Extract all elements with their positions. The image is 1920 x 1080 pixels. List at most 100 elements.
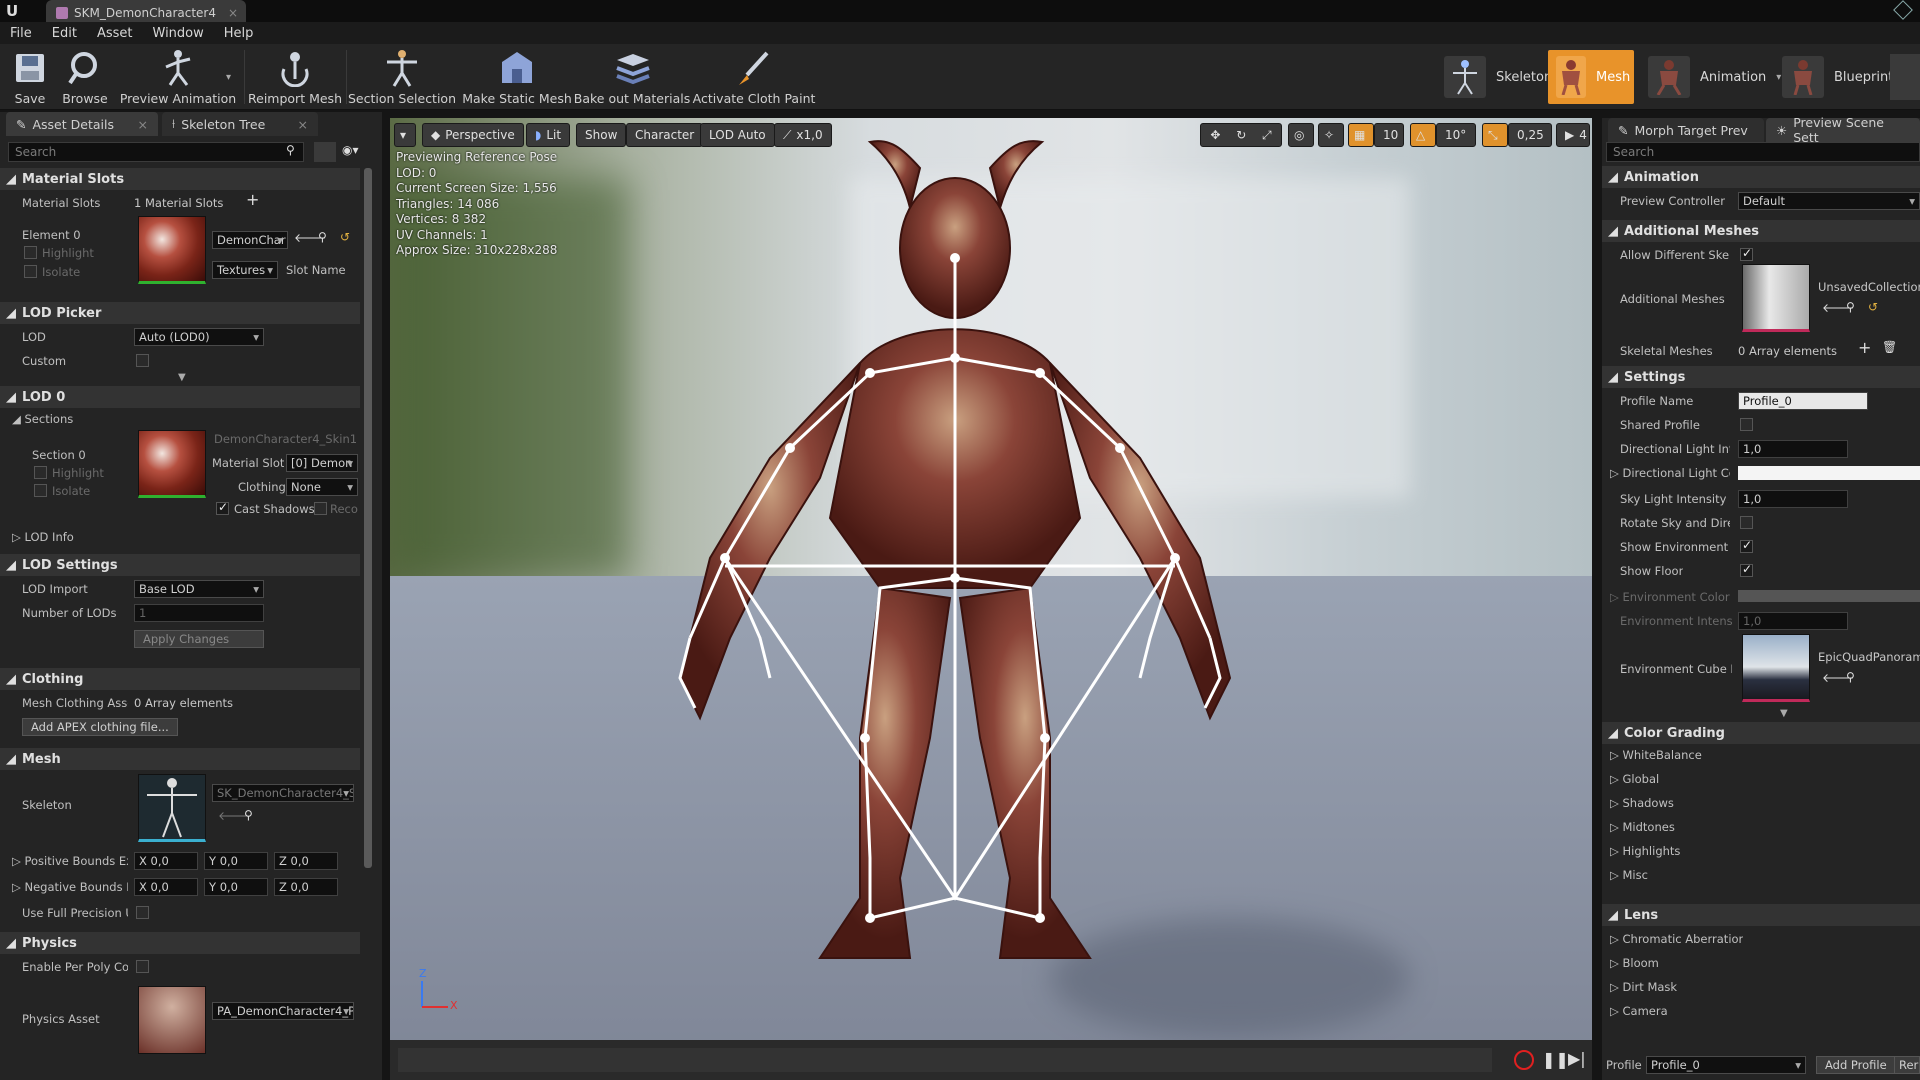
reimport-mesh-button[interactable]: Reimport Mesh — [248, 44, 342, 110]
details-search-input[interactable]: Search — [8, 142, 304, 162]
section-additional-meshes[interactable]: ◢ Additional Meshes — [1602, 220, 1920, 242]
visibility-eye-icon[interactable]: ◉▾ — [342, 143, 359, 157]
positive-bounds-x-input[interactable]: X 0,0 — [134, 852, 198, 870]
tab-preview-scene-settings[interactable]: ☀ Preview Scene Sett — [1766, 115, 1920, 145]
menu-file[interactable]: File — [10, 26, 32, 41]
translate-icon[interactable]: ✥ — [1210, 128, 1220, 142]
rotate-sky-checkbox[interactable] — [1740, 516, 1753, 529]
section-highlight-checkbox[interactable] — [34, 466, 47, 479]
save-button[interactable]: Save — [8, 44, 52, 110]
world-local-icon[interactable]: ◎ — [1288, 123, 1314, 147]
environment-color-label[interactable]: ▷ Environment Color — [1610, 590, 1730, 604]
browse-collection-icon[interactable]: ⚲ — [1846, 300, 1855, 314]
browse-material-icon[interactable]: ⚲ — [318, 230, 327, 244]
tab-skeleton-tree[interactable]: ⟊ Skeleton Tree × — [162, 112, 318, 136]
make-static-mesh-button[interactable]: Make Static Mesh — [462, 44, 572, 110]
menu-window[interactable]: Window — [153, 26, 204, 41]
white-balance-item[interactable]: ▷ WhiteBalance — [1610, 748, 1702, 762]
highlights-item[interactable]: ▷ Highlights — [1610, 844, 1680, 858]
scale-snap-value[interactable]: 0,25 — [1508, 123, 1552, 147]
midtones-item[interactable]: ▷ Midtones — [1610, 820, 1675, 834]
mode-overflow-icon[interactable] — [1890, 54, 1920, 100]
negative-bounds-x-input[interactable]: X 0,0 — [134, 878, 198, 896]
settings-expand-arrow-icon[interactable]: ▼ — [1780, 708, 1788, 719]
profile-name-input[interactable]: Profile_0 — [1738, 392, 1868, 410]
bake-out-materials-button[interactable]: Bake out Materials — [574, 44, 690, 110]
clothing-dropdown[interactable]: None — [286, 478, 358, 496]
textures-dropdown[interactable]: Textures — [212, 261, 278, 279]
shadows-item[interactable]: ▷ Shadows — [1610, 796, 1674, 810]
grid-size-value[interactable]: 10 — [1374, 123, 1404, 147]
delete-elements-icon[interactable]: 🗑 — [1882, 340, 1897, 354]
section-animation[interactable]: ◢ Animation — [1602, 166, 1920, 188]
custom-checkbox[interactable] — [136, 354, 149, 367]
lit-button[interactable]: ◗ Lit — [526, 123, 571, 147]
section-settings[interactable]: ◢ Settings — [1602, 366, 1920, 388]
add-apex-clothing-button[interactable]: Add APEX clothing file... — [22, 718, 178, 736]
section-clothing[interactable]: ◢ Clothing — [0, 668, 360, 690]
chromatic-aberration-item[interactable]: ▷ Chromatic Aberratior — [1610, 932, 1743, 946]
apply-changes-button[interactable]: Apply Changes — [134, 630, 264, 648]
pause-icon[interactable]: ❚❚ — [1542, 1050, 1569, 1069]
environment-color-swatch[interactable] — [1738, 590, 1920, 602]
rotation-snap-icon[interactable]: △ — [1410, 123, 1436, 147]
show-environment-checkbox[interactable] — [1740, 538, 1753, 553]
directional-light-color-label[interactable]: ▷ Directional Light Colo — [1610, 466, 1730, 480]
close-tab-icon[interactable]: × — [138, 117, 148, 132]
add-element-icon[interactable]: + — [1858, 338, 1871, 357]
add-material-slot-icon[interactable]: + — [246, 190, 259, 209]
section-mesh[interactable]: ◢ Mesh — [0, 748, 360, 770]
mode-skeleton-button[interactable]: Skeleton — [1436, 50, 1560, 104]
mode-blueprint-button[interactable]: Blueprint — [1774, 50, 1901, 104]
menu-edit[interactable]: Edit — [52, 26, 77, 41]
global-item[interactable]: ▷ Global — [1610, 772, 1659, 786]
allow-different-skeletons-checkbox[interactable] — [1740, 246, 1753, 261]
negative-bounds-y-input[interactable]: Y 0,0 — [204, 878, 268, 896]
document-tab[interactable]: SKM_DemonCharacter4 × — [46, 0, 246, 22]
rotation-snap-value[interactable]: 10° — [1436, 123, 1476, 147]
menu-asset[interactable]: Asset — [97, 26, 133, 41]
mode-animation-button[interactable]: Animation ▾ — [1640, 50, 1789, 104]
playback-speed-button[interactable]: ⟋ x1,0 — [774, 123, 832, 147]
full-precision-uvs-checkbox[interactable] — [136, 906, 149, 919]
physics-asset-thumbnail[interactable] — [138, 986, 206, 1054]
rotate-icon[interactable]: ↻ — [1236, 128, 1246, 142]
timeline-track[interactable] — [398, 1048, 1492, 1072]
environment-intensity-input[interactable]: 1,0 — [1738, 612, 1848, 630]
transform-tools[interactable]: ✥ ↻ ⤢ — [1200, 123, 1282, 147]
viewport[interactable]: ▾ ◆ Perspective ◗ Lit Show Character LOD A… — [390, 118, 1592, 1080]
add-profile-button[interactable]: Add Profile — [1816, 1056, 1896, 1074]
browse-skeleton-icon[interactable]: ⚲ — [244, 808, 253, 822]
material-dropdown[interactable]: DemonChar — [212, 231, 288, 249]
character-mesh[interactable] — [390, 118, 1592, 1080]
cube-map-thumbnail[interactable] — [1742, 634, 1810, 702]
skeleton-thumbnail[interactable] — [138, 774, 206, 842]
scene-search-input[interactable]: Search — [1606, 142, 1920, 162]
perspective-button[interactable]: ◆ Perspective — [422, 123, 524, 147]
left-scrollbar[interactable] — [364, 168, 372, 868]
preview-controller-dropdown[interactable]: Default — [1738, 192, 1920, 210]
per-poly-collision-checkbox[interactable] — [136, 960, 149, 973]
scale-icon[interactable]: ⤢ — [1262, 128, 1272, 143]
tab-morph-target-preview[interactable]: ✎ Morph Target Prev — [1608, 118, 1764, 142]
number-of-lods-input[interactable]: 1 — [134, 604, 264, 622]
section-material-thumbnail[interactable] — [138, 430, 206, 498]
section-lod-picker[interactable]: ◢ LOD Picker — [0, 302, 360, 324]
activate-cloth-paint-button[interactable]: Activate Cloth Paint — [692, 44, 816, 110]
tab-asset-details[interactable]: ✎ Asset Details × — [6, 112, 158, 136]
positive-bounds-z-input[interactable]: Z 0,0 — [274, 852, 338, 870]
preview-animation-dropdown-icon[interactable]: ▾ — [226, 72, 231, 83]
notification-icon[interactable] — [1893, 0, 1913, 20]
grid-snap-icon[interactable]: ▦ — [1348, 123, 1374, 147]
directional-light-color-swatch[interactable] — [1738, 466, 1920, 480]
reset-material-icon[interactable]: ↺ — [340, 230, 350, 244]
camera-speed-control[interactable]: ▶ 4 — [1556, 123, 1590, 147]
menu-help[interactable]: Help — [224, 26, 254, 41]
record-icon[interactable] — [1514, 1050, 1534, 1070]
lod-import-dropdown[interactable]: Base LOD — [134, 580, 264, 598]
dirt-mask-item[interactable]: ▷ Dirt Mask — [1610, 980, 1677, 994]
show-button[interactable]: Show — [576, 123, 627, 147]
show-floor-checkbox[interactable] — [1740, 562, 1753, 577]
highlight-checkbox[interactable] — [24, 246, 37, 259]
negative-bounds-z-input[interactable]: Z 0,0 — [274, 878, 338, 896]
